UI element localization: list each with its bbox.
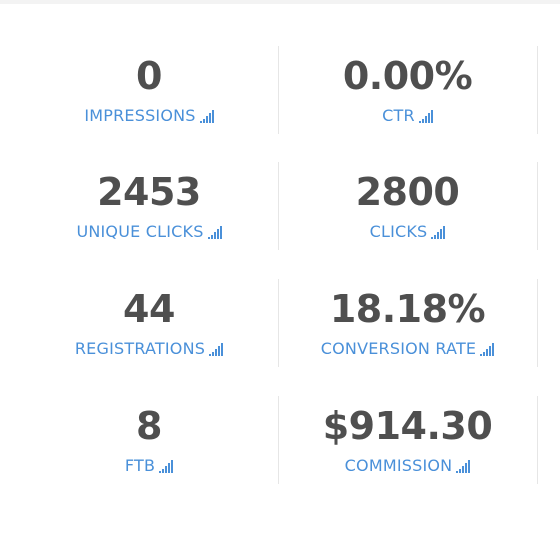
stat-label-link[interactable]: REGISTRATIONS [74,339,224,359]
stat-label: REGISTRATIONS [74,339,206,358]
stat-value: 8 [136,404,162,448]
stat-ctr: 0.00% CTR [278,44,537,136]
stat-label-link[interactable]: CONVERSION RATE [320,339,495,359]
stat-commission: $914.30 COMMISSION [278,394,537,486]
stat-clicks: 2800 CLICKS [278,160,537,252]
stat-conversion-rate: 18.18% CONVERSION RATE [278,277,537,369]
stat-label-link[interactable]: CTR [382,106,433,126]
stat-label: IMPRESSIONS [84,106,196,125]
stat-label: CONVERSION RATE [320,339,477,358]
stat-label-link[interactable]: FTB [124,456,174,476]
top-bar [0,0,560,4]
stat-value: 0.00% [342,54,473,98]
stat-registrations: 44 REGISTRATIONS [20,277,278,369]
stat-value: 0 [136,54,162,98]
stat-label: COMMISSION [344,456,453,475]
stat-value: $914.30 [322,404,493,448]
bar-chart-icon [209,342,224,359]
stat-value: 18.18% [329,287,486,331]
stat-label: CLICKS [369,222,428,241]
stat-label-link[interactable]: UNIQUE CLICKS [76,222,222,242]
stat-value: 44 [123,287,175,331]
stats-row: 0 IMPRESSIONS 0.00% CTR [20,44,540,136]
bar-chart-icon [456,459,471,476]
bar-chart-icon [159,459,174,476]
bar-chart-icon [207,225,222,242]
stat-label-link[interactable]: IMPRESSIONS [84,106,214,126]
column-divider [537,162,538,250]
stat-unique-clicks: 2453 UNIQUE CLICKS [20,160,278,252]
column-divider [537,396,538,484]
stat-ftb: 8 FTB [20,394,278,486]
stats-row: 2453 UNIQUE CLICKS 2800 CLICKS [20,160,540,252]
stat-value: 2800 [355,170,460,214]
bar-chart-icon [431,225,446,242]
bar-chart-icon [199,109,214,126]
column-divider [537,279,538,367]
stats-row: 44 REGISTRATIONS 18.18% CONVERSION RATE [20,277,540,369]
stat-label-link[interactable]: CLICKS [370,222,446,242]
bar-chart-icon [480,342,495,359]
stats-row: 8 FTB $914.30 COMMISSION [20,394,540,486]
stat-label: CTR [382,106,415,125]
stat-impressions: 0 IMPRESSIONS [20,44,278,136]
stat-value: 2453 [97,170,201,214]
stat-label: UNIQUE CLICKS [76,222,204,241]
stat-label: FTB [124,456,156,475]
column-divider [537,46,538,134]
bar-chart-icon [418,109,433,126]
stat-label-link[interactable]: COMMISSION [345,456,471,476]
